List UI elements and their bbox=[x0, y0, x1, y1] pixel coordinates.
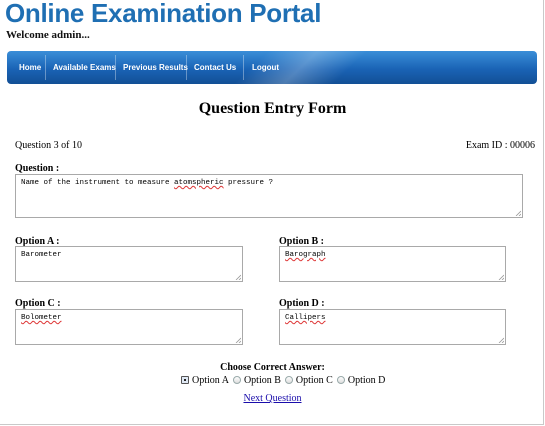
question-textarea[interactable]: Name of the instrument to measure atomsp… bbox=[15, 174, 523, 218]
option-d-input[interactable]: Callipers bbox=[279, 309, 506, 345]
option-b-radio[interactable] bbox=[232, 376, 241, 384]
option-b-value: Barograph bbox=[285, 251, 326, 259]
form-heading: Question Entry Form bbox=[198, 100, 347, 117]
resize-grip-icon[interactable] bbox=[235, 274, 241, 280]
nav-bar-highlight bbox=[218, 51, 376, 84]
option-b-input[interactable]: Barograph bbox=[279, 246, 506, 282]
resize-grip-icon[interactable] bbox=[498, 337, 504, 343]
nav-home[interactable]: Home bbox=[19, 51, 41, 84]
option-a-radio[interactable] bbox=[181, 376, 189, 384]
option-a-value: Barometer bbox=[21, 251, 62, 259]
question-label: Question : bbox=[15, 163, 60, 174]
option-c-radio-label[interactable]: Option C bbox=[296, 375, 333, 386]
question-text-end: pressure ? bbox=[223, 179, 274, 187]
option-d-radio[interactable] bbox=[336, 376, 345, 384]
nav-divider bbox=[186, 55, 187, 80]
resize-grip-icon[interactable] bbox=[515, 210, 521, 216]
nav-divider bbox=[243, 55, 244, 80]
nav-divider bbox=[45, 55, 46, 80]
resize-grip-icon[interactable] bbox=[235, 337, 241, 343]
option-c-value: Bolometer bbox=[21, 314, 62, 322]
nav-logout[interactable]: Logout bbox=[252, 51, 279, 84]
resize-grip-icon[interactable] bbox=[498, 274, 504, 280]
exam-id: Exam ID : 00006 bbox=[465, 140, 535, 151]
misspelled-word: atomspheric bbox=[174, 179, 224, 187]
option-c-radio[interactable] bbox=[284, 376, 293, 384]
choose-answer-label: Choose Correct Answer: bbox=[220, 362, 325, 373]
welcome-message: Welcome admin... bbox=[6, 29, 90, 41]
nav-previous-results[interactable]: Previous Results bbox=[123, 51, 188, 84]
nav-available-exams[interactable]: Available Exams bbox=[53, 51, 116, 84]
option-b-radio-label[interactable]: Option B bbox=[244, 375, 281, 386]
option-a-radio-label[interactable]: Option A bbox=[192, 375, 229, 386]
option-c-label: Option C : bbox=[15, 298, 61, 309]
option-a-input[interactable]: Barometer bbox=[15, 246, 243, 282]
option-c-input[interactable]: Bolometer bbox=[15, 309, 243, 345]
nav-bar: Home Available Exams Previous Results Co… bbox=[7, 51, 537, 84]
site-title: Online Examination Portal bbox=[5, 0, 322, 28]
nav-divider bbox=[115, 55, 116, 80]
next-question-link[interactable]: Next Question bbox=[0, 393, 545, 404]
answer-radio-group: Option A Option B Option C Option D bbox=[177, 374, 385, 386]
option-d-value: Callipers bbox=[285, 314, 326, 322]
option-d-radio-label[interactable]: Option D bbox=[348, 375, 386, 386]
question-text-start: Name of the instrument to measure bbox=[21, 179, 175, 187]
nav-contact-us[interactable]: Contact Us bbox=[194, 51, 236, 84]
option-d-label: Option D : bbox=[279, 298, 325, 309]
question-counter: Question 3 of 10 bbox=[15, 140, 82, 151]
